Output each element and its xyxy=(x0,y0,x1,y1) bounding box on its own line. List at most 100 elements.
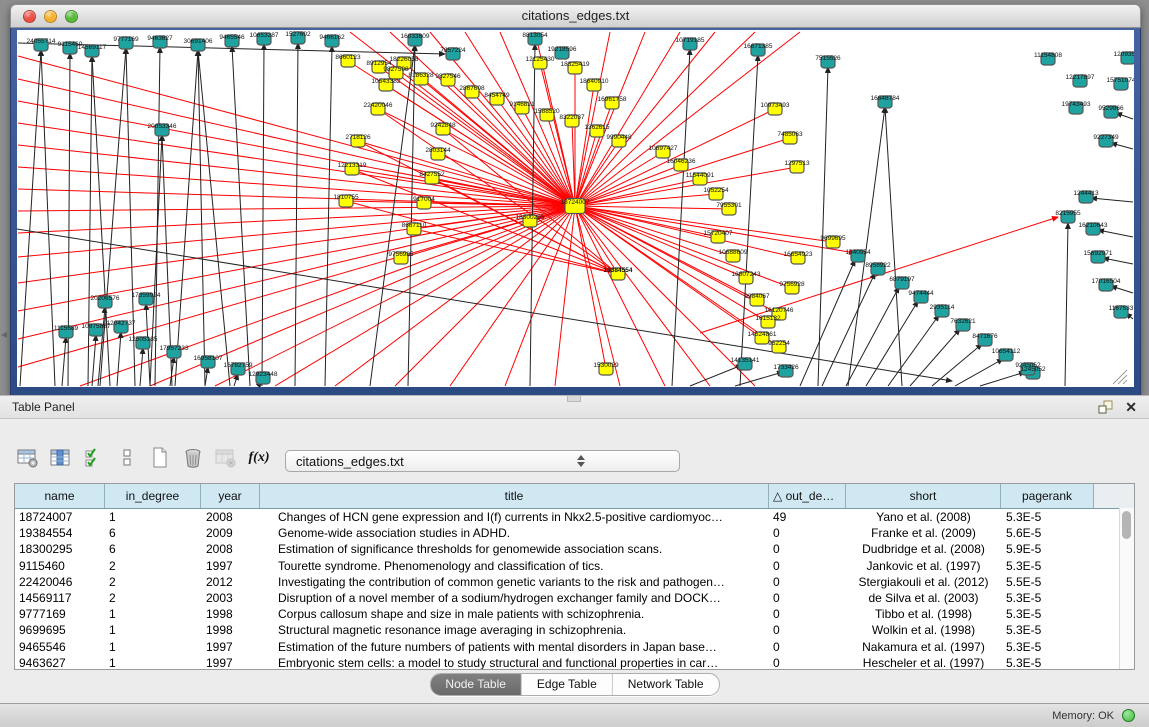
cell-title[interactable]: Embryonic stem cells: a model to study s… xyxy=(260,656,769,670)
table-row[interactable]: 2242004622012Investigating the contribut… xyxy=(15,574,1134,590)
graph-edge[interactable] xyxy=(822,273,875,386)
cell-pagerank[interactable]: 5.3E-5 xyxy=(1001,640,1094,654)
cell-name[interactable]: 9463627 xyxy=(15,656,105,670)
cell-out_de[interactable]: 0 xyxy=(769,526,846,540)
column-header-out_de[interactable]: △ out_de… xyxy=(769,484,846,508)
table-row[interactable]: 946554611997Estimation of the future num… xyxy=(15,639,1134,655)
graph-edge[interactable] xyxy=(1091,198,1133,202)
column-header-in_degree[interactable]: in_degree xyxy=(105,484,201,508)
graph-edge[interactable] xyxy=(866,301,918,386)
table-settings-icon[interactable] xyxy=(16,446,40,470)
tab-edge-table[interactable]: Edge Table xyxy=(521,674,612,695)
column-header-title[interactable]: title xyxy=(260,484,769,508)
table-row[interactable]: 1872400712008Changes of HCN gene express… xyxy=(15,509,1134,525)
citation-network-graph[interactable]: 2405571491154601456911797771699463627306… xyxy=(17,30,1134,387)
close-panel-icon[interactable]: ✕ xyxy=(1125,400,1137,414)
graph-edge[interactable] xyxy=(575,85,594,206)
cell-out_de[interactable]: 0 xyxy=(769,640,846,654)
cell-pagerank[interactable]: 5.3E-5 xyxy=(1001,510,1094,524)
cell-year[interactable]: 2008 xyxy=(201,510,260,524)
close-window-icon[interactable] xyxy=(23,10,36,23)
cell-name[interactable]: 14569117 xyxy=(15,591,105,605)
cell-title[interactable]: Estimation of significance thresholds fo… xyxy=(260,542,769,556)
cell-in_degree[interactable]: 1 xyxy=(105,640,201,654)
cell-pagerank[interactable]: 5.3E-5 xyxy=(1001,607,1094,621)
cell-pagerank[interactable]: 5.9E-5 xyxy=(1001,542,1094,556)
cell-pagerank[interactable]: 5.3E-5 xyxy=(1001,623,1094,637)
cell-title[interactable]: Corpus callosum shape and size in male p… xyxy=(260,607,769,621)
column-header-name[interactable]: name xyxy=(15,484,105,508)
function-builder-icon[interactable]: f(x) xyxy=(247,446,271,470)
window-titlebar[interactable]: citations_edges.txt xyxy=(10,4,1141,28)
cell-in_degree[interactable]: 1 xyxy=(105,510,201,524)
cell-short[interactable]: de Silva et al. (2003) xyxy=(846,591,1001,605)
cell-in_degree[interactable]: 2 xyxy=(105,559,201,573)
cell-name[interactable]: 9777169 xyxy=(15,607,105,621)
table-row[interactable]: 1830029562008Estimation of significance … xyxy=(15,541,1134,557)
graph-edge[interactable] xyxy=(735,372,783,386)
graph-edge[interactable] xyxy=(575,32,755,206)
vertical-scrollbar[interactable] xyxy=(1119,508,1134,670)
row-options-icon[interactable] xyxy=(115,446,139,470)
show-columns-icon[interactable] xyxy=(49,446,73,470)
graph-edge[interactable] xyxy=(888,315,939,386)
graph-edge[interactable] xyxy=(955,359,1003,386)
graph-edge[interactable] xyxy=(932,344,982,386)
cell-in_degree[interactable]: 6 xyxy=(105,526,201,540)
cell-in_degree[interactable]: 2 xyxy=(105,575,201,589)
table-row[interactable]: 1938455462009Genome-wide association stu… xyxy=(15,525,1134,541)
cell-out_de[interactable]: 0 xyxy=(769,591,846,605)
cell-out_de[interactable]: 0 xyxy=(769,607,846,621)
table-selector[interactable]: citations_edges.txt xyxy=(285,450,680,472)
cell-name[interactable]: 19384554 xyxy=(15,526,105,540)
cell-year[interactable]: 2003 xyxy=(201,591,260,605)
graph-edge[interactable] xyxy=(575,32,645,206)
panel-collapse-icon[interactable]: ◀ xyxy=(1,330,7,339)
cell-year[interactable]: 1998 xyxy=(201,623,260,637)
graph-edge[interactable] xyxy=(980,372,1025,386)
graph-edge[interactable] xyxy=(800,260,855,386)
graph-edge[interactable] xyxy=(910,329,960,386)
cell-name[interactable]: 9115460 xyxy=(15,559,105,573)
cell-in_degree[interactable]: 1 xyxy=(105,656,201,670)
network-canvas[interactable]: 2405571491154601456911797771699463627306… xyxy=(17,30,1134,387)
cell-title[interactable]: Changes of HCN gene expression and I(f) … xyxy=(260,510,769,524)
column-header-short[interactable]: short xyxy=(846,484,1001,508)
graph-edge[interactable] xyxy=(1111,286,1133,293)
graph-edge[interactable] xyxy=(215,206,575,386)
cell-name[interactable]: 18300295 xyxy=(15,542,105,556)
graph-edge[interactable] xyxy=(62,337,66,386)
cell-short[interactable]: Franke et al. (2009) xyxy=(846,526,1001,540)
graph-edge[interactable] xyxy=(690,365,742,386)
cell-in_degree[interactable]: 1 xyxy=(105,623,201,637)
graph-edge[interactable] xyxy=(575,32,800,206)
cell-title[interactable]: Genome-wide association studies in ADHD. xyxy=(260,526,769,540)
cell-out_de[interactable]: 0 xyxy=(769,559,846,573)
graph-edge[interactable] xyxy=(175,50,198,386)
delete-table-icon[interactable] xyxy=(181,446,205,470)
cell-year[interactable]: 1997 xyxy=(201,640,260,654)
cell-name[interactable]: 9699695 xyxy=(15,623,105,637)
cell-short[interactable]: Hescheler et al. (1997) xyxy=(846,656,1001,670)
cell-in_degree[interactable]: 2 xyxy=(105,591,201,605)
cell-out_de[interactable]: 0 xyxy=(769,623,846,637)
cell-name[interactable]: 9465546 xyxy=(15,640,105,654)
graph-edge[interactable] xyxy=(325,46,332,386)
canvas-resize-grip-icon[interactable] xyxy=(1113,370,1127,384)
table-panel-titlebar[interactable]: Table Panel ✕ xyxy=(0,395,1149,419)
graph-edge[interactable] xyxy=(198,50,205,386)
cell-year[interactable]: 2009 xyxy=(201,526,260,540)
cell-pagerank[interactable]: 5.6E-5 xyxy=(1001,526,1094,540)
minimize-window-icon[interactable] xyxy=(44,10,57,23)
cell-title[interactable]: Disruption of a novel member of a sodium… xyxy=(260,591,769,605)
cell-short[interactable]: Jankovic et al. (1997) xyxy=(846,559,1001,573)
cell-out_de[interactable]: 49 xyxy=(769,510,846,524)
splitter-grip[interactable] xyxy=(567,396,581,402)
table-row[interactable]: 969969511998Structural magnetic resonanc… xyxy=(15,622,1134,638)
column-header-pagerank[interactable]: pagerank xyxy=(1001,484,1094,508)
cell-pagerank[interactable]: 5.3E-5 xyxy=(1001,559,1094,573)
cell-out_de[interactable]: 0 xyxy=(769,656,846,670)
cell-title[interactable]: Tourette syndrome. Phenomenology and cla… xyxy=(260,559,769,573)
graph-edge[interactable] xyxy=(205,367,208,386)
cell-year[interactable]: 2008 xyxy=(201,542,260,556)
